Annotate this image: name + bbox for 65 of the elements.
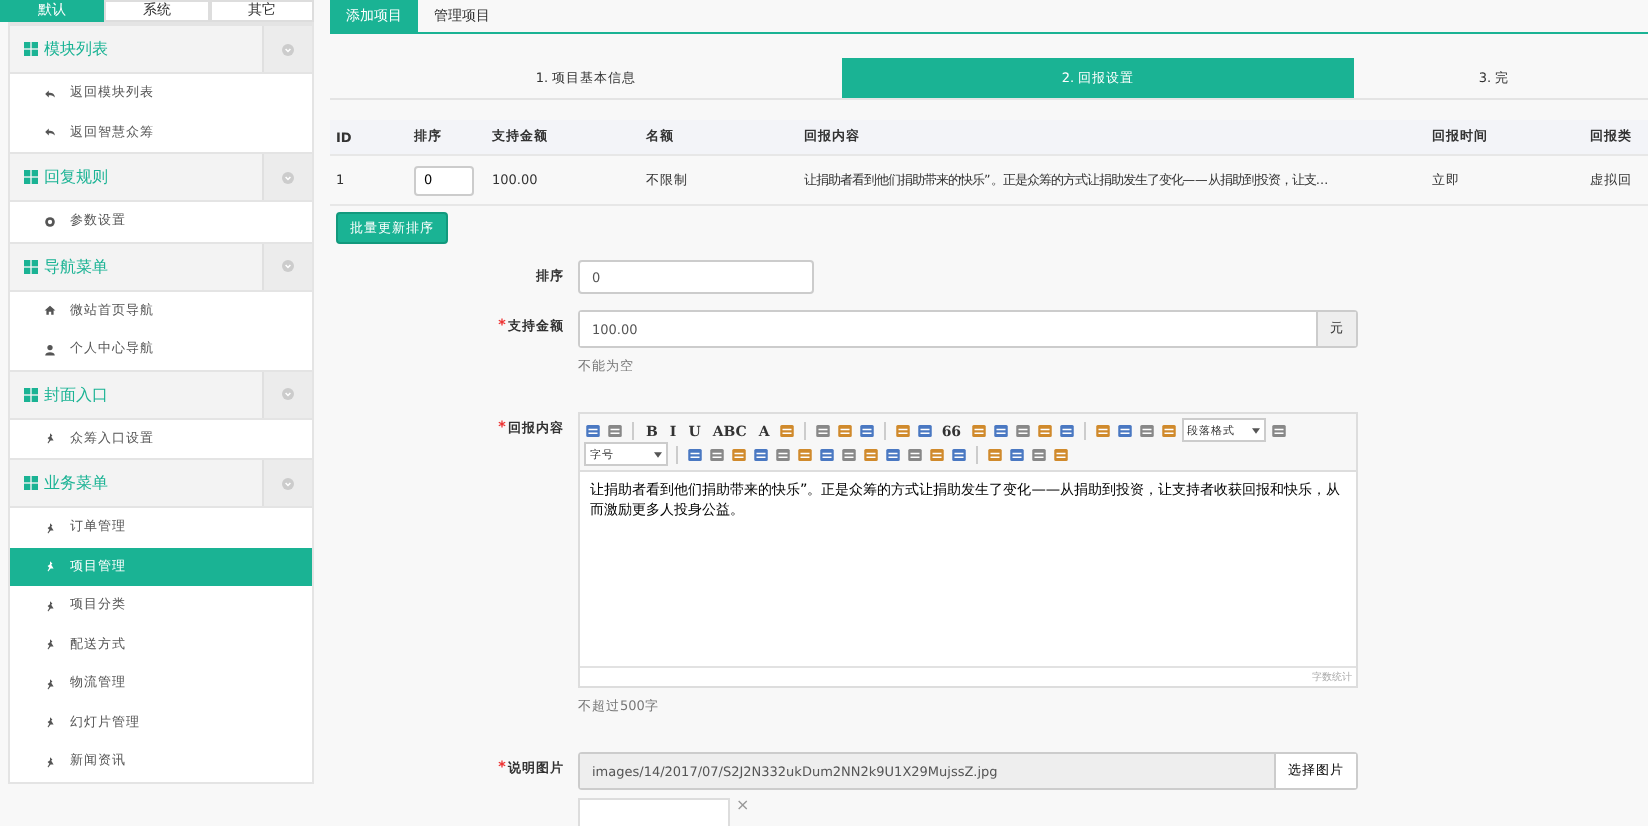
toolbar-icon[interactable] xyxy=(915,421,934,439)
toolbar-icon[interactable] xyxy=(969,421,988,439)
toolbar-icon[interactable] xyxy=(1030,445,1048,463)
grid-icon xyxy=(24,387,38,401)
toolbar-icon[interactable] xyxy=(1093,421,1112,439)
toolbar-icon[interactable] xyxy=(1035,421,1054,439)
toolbar-icon[interactable] xyxy=(1013,421,1032,439)
toolbar-icon[interactable] xyxy=(818,445,836,463)
toolbar-icon[interactable] xyxy=(813,421,832,439)
pin-icon xyxy=(44,677,56,690)
toolbar-icon[interactable] xyxy=(752,445,770,463)
toolbar-icon[interactable] xyxy=(986,445,1004,463)
chevron-circle-icon xyxy=(282,260,294,272)
toolbar-icon[interactable] xyxy=(606,421,624,439)
toolbar-icon[interactable] xyxy=(1269,421,1288,439)
toolbar-icon[interactable] xyxy=(1052,445,1070,463)
toolbar-icon[interactable] xyxy=(950,445,968,463)
toolbar-icon[interactable] xyxy=(893,421,912,439)
caret-icon xyxy=(654,451,662,457)
grid-icon xyxy=(24,476,38,490)
reply-arrow-icon xyxy=(44,126,56,139)
pin-icon xyxy=(44,599,56,612)
toolbar-icon[interactable] xyxy=(1057,421,1076,439)
toolbar-icon[interactable] xyxy=(730,445,748,463)
menu-group-title: 模块列表 xyxy=(44,38,110,60)
toolbar-icon[interactable] xyxy=(1137,421,1156,439)
grid-icon xyxy=(24,42,38,56)
toolbar-icon[interactable] xyxy=(708,445,726,463)
chevron-circle-icon xyxy=(282,388,294,400)
chevron-circle-icon xyxy=(282,171,294,183)
toolbar-icon[interactable] xyxy=(774,445,792,463)
menu-group-title: 业务菜单 xyxy=(44,472,110,494)
pin-icon xyxy=(44,560,56,573)
user-icon xyxy=(44,343,56,356)
toolbar-icon[interactable] xyxy=(796,445,814,463)
reply-arrow-icon xyxy=(44,87,56,100)
toolbar-icon[interactable] xyxy=(928,445,946,463)
toolbar-icon[interactable] xyxy=(906,445,924,463)
grid-icon xyxy=(24,170,38,184)
chevron-circle-icon xyxy=(282,43,294,55)
toolbar-icon[interactable] xyxy=(862,445,880,463)
toolbar-icon[interactable] xyxy=(840,445,858,463)
toolbar-icon[interactable] xyxy=(884,445,902,463)
menu-group-title: 回复规则 xyxy=(44,166,110,188)
pin-icon xyxy=(44,638,56,651)
gear-icon xyxy=(44,215,56,228)
toolbar-icon[interactable] xyxy=(991,421,1010,439)
toolbar-icon[interactable] xyxy=(835,421,854,439)
pin-icon xyxy=(44,432,56,445)
toolbar-icon[interactable] xyxy=(1159,421,1178,439)
chevron-circle-icon xyxy=(282,477,294,489)
pin-icon xyxy=(44,716,56,729)
pin-icon xyxy=(44,755,56,768)
pin-icon xyxy=(44,521,56,534)
menu-group-title: 封面入口 xyxy=(44,383,110,405)
toolbar-icon[interactable] xyxy=(584,421,602,439)
menu-group-title: 导航菜单 xyxy=(44,255,110,277)
toolbar-icon[interactable] xyxy=(1115,421,1134,439)
toolbar-icon[interactable] xyxy=(1008,445,1026,463)
caret-icon xyxy=(1251,427,1260,433)
toolbar-icon[interactable] xyxy=(857,421,876,439)
grid-icon xyxy=(24,259,38,273)
home-icon xyxy=(44,304,56,317)
toolbar-icon[interactable] xyxy=(686,445,704,463)
toolbar-icon[interactable] xyxy=(777,421,796,439)
